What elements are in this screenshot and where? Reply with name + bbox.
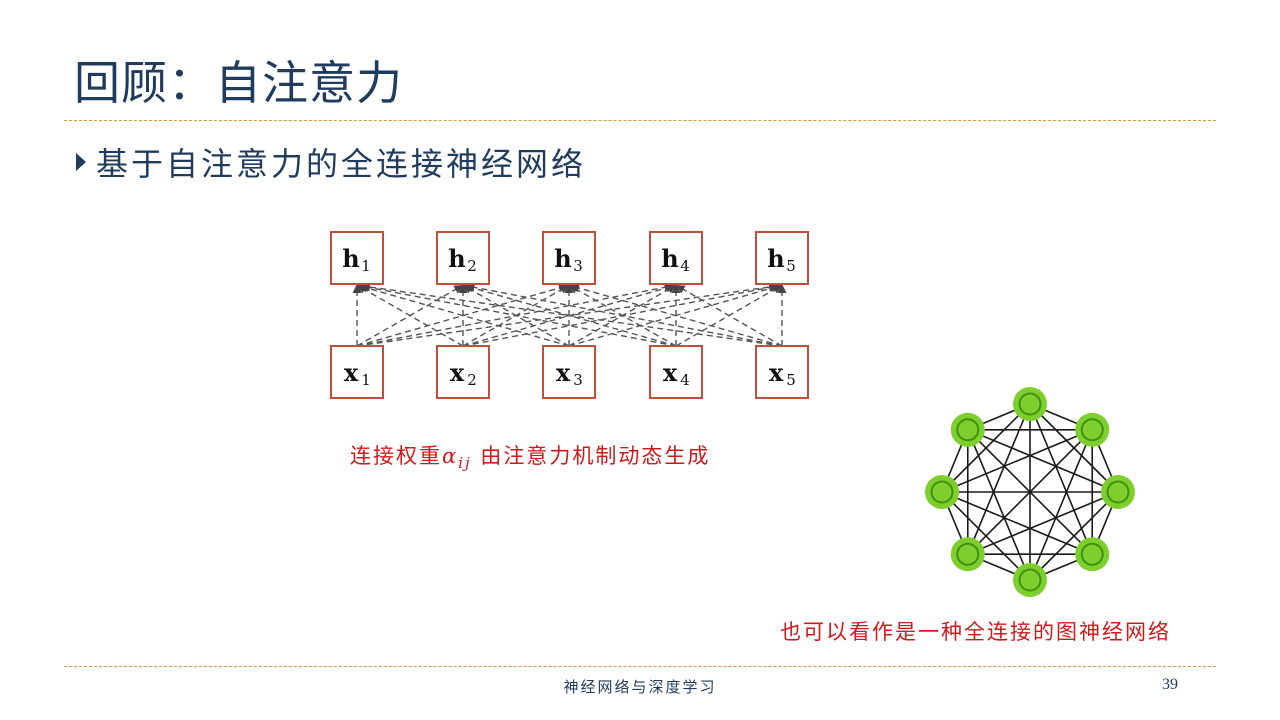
input-subscript-1: 1 — [361, 371, 371, 389]
footer-rule — [64, 666, 1216, 667]
input-node-1: x1 — [330, 345, 384, 399]
input-label-1: x — [344, 358, 359, 387]
graph-caption: 也可以看作是一种全连接的图神经网络 — [780, 620, 1171, 644]
output-node-1: h1 — [330, 231, 384, 285]
graph-node-2 — [1075, 412, 1110, 447]
input-subscript-4: 4 — [680, 371, 690, 389]
output-label-4: h — [661, 244, 678, 273]
graph-node-1 — [1013, 387, 1047, 421]
input-label-5: x — [769, 358, 784, 387]
output-node-4: h4 — [649, 231, 703, 285]
footer-text: 神经网络与深度学习 — [563, 678, 717, 696]
graph-node-6 — [950, 537, 985, 572]
output-label-5: h — [767, 244, 784, 273]
graph-node-5 — [1013, 563, 1047, 597]
graph-node-8 — [950, 412, 985, 447]
input-subscript-3: 3 — [573, 371, 583, 389]
caption-prefix: 连接权重 — [350, 444, 442, 468]
input-subscript-5: 5 — [786, 371, 796, 389]
caption-suffix: 由注意力机制动态生成 — [471, 444, 711, 468]
output-subscript-3: 3 — [573, 257, 583, 275]
output-label-3: h — [554, 244, 571, 273]
page-number: 39 — [1162, 676, 1178, 693]
output-subscript-2: 2 — [467, 257, 477, 275]
attention-edge-x5-h3 — [570, 283, 783, 347]
attention-edge-x5-h1 — [361, 282, 783, 347]
attention-edge-x1-h3 — [356, 283, 568, 347]
output-subscript-5: 5 — [786, 257, 796, 275]
alpha-symbol: αij — [442, 444, 472, 473]
attention-edge-x2-h5 — [462, 282, 780, 347]
output-label-2: h — [448, 244, 465, 273]
attention-edge-x1-h5 — [356, 282, 778, 347]
attention-caption: 连接权重αij 由注意力机制动态生成 — [350, 440, 710, 472]
input-subscript-2: 2 — [467, 371, 477, 389]
complete-graph — [925, 387, 1135, 597]
input-label-3: x — [556, 358, 571, 387]
attention-edge-x4-h1 — [359, 282, 677, 347]
output-node-2: h2 — [436, 231, 490, 285]
graph-node-3 — [1101, 475, 1135, 509]
input-node-4: x4 — [649, 345, 703, 399]
attention-edge-x3-h5 — [568, 283, 781, 347]
input-node-2: x2 — [436, 345, 490, 399]
graph-node-4 — [1075, 537, 1110, 572]
input-label-2: x — [450, 358, 465, 387]
input-node-3: x3 — [542, 345, 596, 399]
graph-node-7 — [925, 475, 959, 509]
output-subscript-4: 4 — [680, 257, 690, 275]
attention-diagram: h 1 h 2 h 3 h 4 h 5x 1 x 2 x 3 x 4 x 5 — [330, 231, 809, 399]
output-node-3: h3 — [542, 231, 596, 285]
output-subscript-1: 1 — [361, 257, 371, 275]
output-label-1: h — [342, 244, 359, 273]
input-node-5: x5 — [755, 345, 809, 399]
input-label-4: x — [663, 358, 678, 387]
output-node-5: h5 — [755, 231, 809, 285]
attention-edge-x3-h1 — [358, 283, 570, 347]
